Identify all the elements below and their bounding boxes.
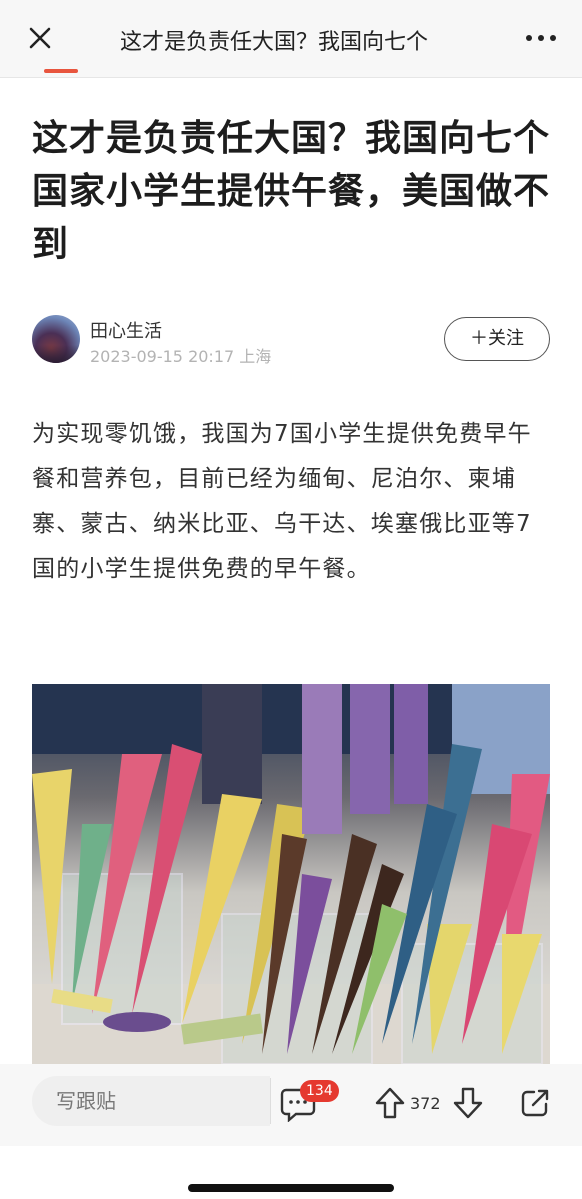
article-body: 为实现零饥饿，我国为7国小学生提供免费早午餐和营养包，目前已经为缅甸、尼泊尔、柬…	[32, 421, 532, 582]
downvote-arrow-icon[interactable]	[452, 1086, 484, 1120]
article-headline: 这才是负责任大国？我国向七个国家小学生提供午餐，美国做不到	[32, 118, 551, 265]
comment-input[interactable]: 写跟贴	[32, 1076, 270, 1126]
author-name[interactable]: 田心生活	[90, 317, 162, 343]
close-icon[interactable]	[24, 22, 56, 54]
share-icon[interactable]	[520, 1088, 550, 1118]
ice-cream-cones-illustration	[32, 684, 550, 1064]
upvote-arrow-icon[interactable]	[374, 1086, 406, 1120]
more-dots-icon[interactable]	[524, 26, 558, 50]
article-photo[interactable]	[32, 684, 550, 1064]
top-bar: 这才是负责任大国？我国向七个	[0, 0, 582, 78]
vote-count: 372	[410, 1094, 441, 1113]
author-row: 田心生活 2023-09-15 20:17 上海 ＋关注	[32, 313, 552, 373]
comment-count-badge: 134	[300, 1080, 339, 1102]
home-indicator	[188, 1184, 394, 1192]
divider	[270, 1078, 271, 1124]
bottom-bar: 写跟贴 134 372	[0, 1064, 582, 1146]
publish-meta: 2023-09-15 20:17 上海	[90, 347, 272, 366]
tab-indicator	[44, 69, 78, 73]
follow-button[interactable]: ＋关注	[444, 317, 550, 361]
top-bar-title: 这才是负责任大国？我国向七个	[120, 24, 480, 60]
author-avatar[interactable]	[32, 315, 80, 363]
